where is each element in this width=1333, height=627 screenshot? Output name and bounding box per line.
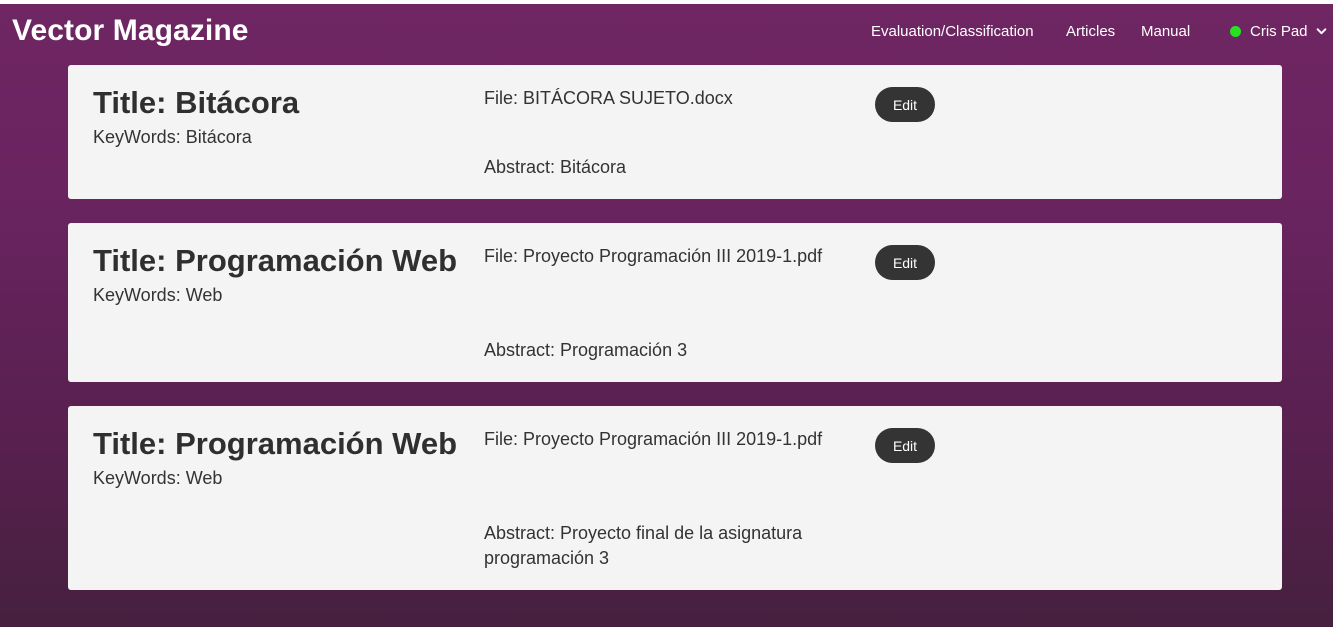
article-card: Title: Programación Web KeyWords: Web Fi… <box>68 406 1282 590</box>
article-abstract: Abstract: Bitácora <box>484 157 627 177</box>
navbar: Vector Magazine Evaluation/Classificatio… <box>0 4 1333 62</box>
article-abstract: Abstract: Programación 3 <box>484 340 688 360</box>
brand-logo[interactable]: Vector Magazine <box>12 14 249 48</box>
page-background: Vector Magazine Evaluation/Classificatio… <box>0 4 1333 627</box>
edit-button[interactable]: Edit <box>875 87 935 122</box>
article-keywords: KeyWords: Web <box>93 285 223 305</box>
nav-link-evaluation[interactable]: Evaluation/Classification <box>871 23 1034 40</box>
chevron-down-icon <box>1316 28 1326 35</box>
article-card: Title: Programación Web KeyWords: Web Fi… <box>68 223 1282 382</box>
article-keywords: KeyWords: Bitácora <box>93 127 252 147</box>
article-file: File: Proyecto Programación III 2019-1.p… <box>484 246 823 266</box>
article-card: Title: Bitácora KeyWords: Bitácora File:… <box>68 65 1282 199</box>
article-title: Title: Bitácora <box>93 85 300 120</box>
online-status-icon <box>1230 26 1241 37</box>
user-menu[interactable]: Cris Pad <box>1230 23 1327 40</box>
edit-button[interactable]: Edit <box>875 428 935 463</box>
nav-link-articles[interactable]: Articles <box>1066 23 1115 40</box>
article-file: File: BITÁCORA SUJETO.docx <box>484 88 733 108</box>
nav-link-manual[interactable]: Manual <box>1141 23 1190 40</box>
article-file: File: Proyecto Programación III 2019-1.p… <box>484 429 823 449</box>
user-name: Cris Pad <box>1250 23 1308 40</box>
article-keywords: KeyWords: Web <box>93 468 223 488</box>
article-title: Title: Programación Web <box>93 243 458 278</box>
article-abstract: Abstract: Proyecto final de la asignatur… <box>484 523 803 568</box>
edit-button[interactable]: Edit <box>875 245 935 280</box>
article-title: Title: Programación Web <box>93 426 458 461</box>
